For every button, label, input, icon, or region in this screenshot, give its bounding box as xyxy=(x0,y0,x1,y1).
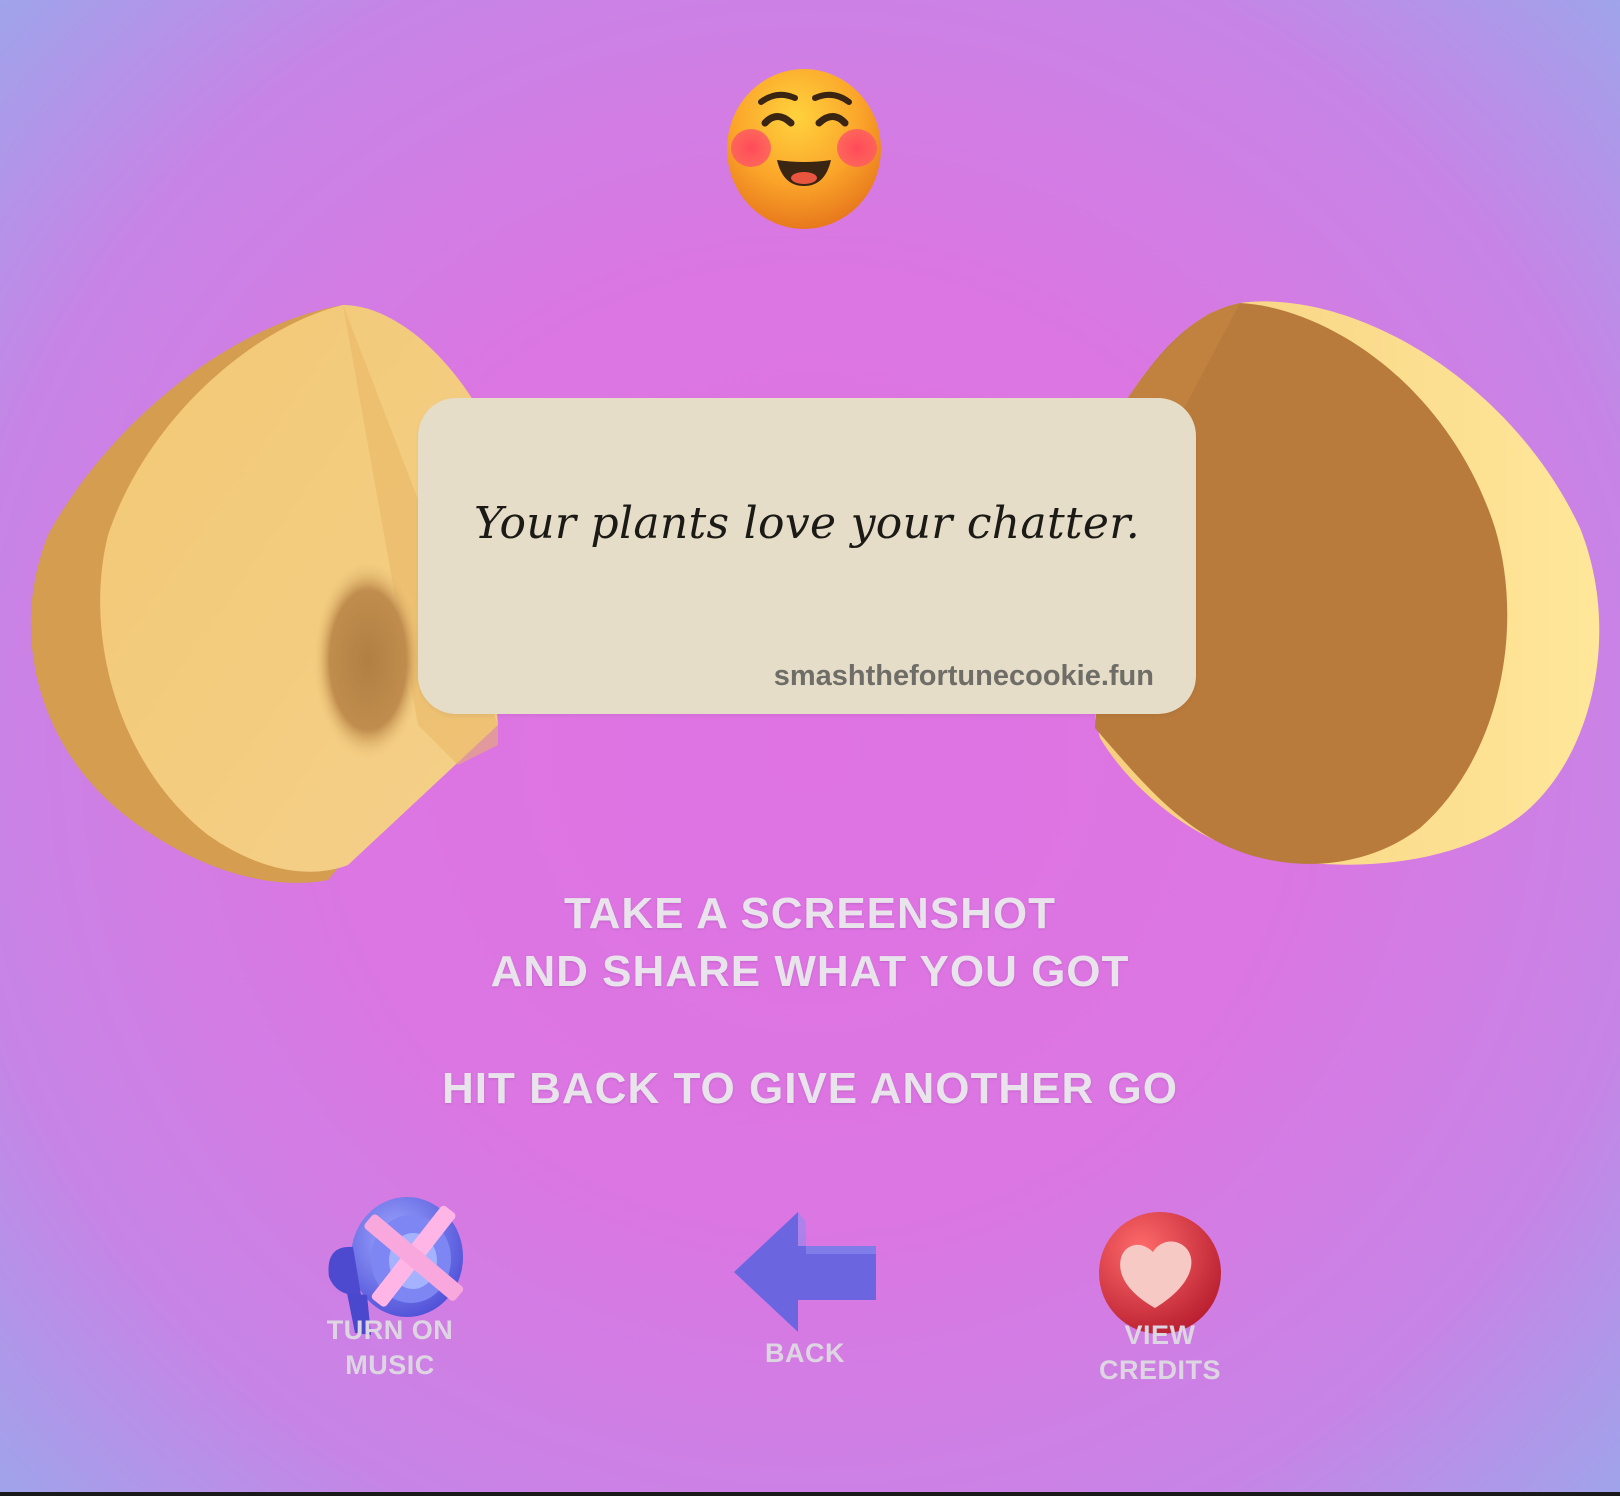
credits-label-line1: VIEW xyxy=(1124,1320,1196,1350)
bottom-edge-bar xyxy=(0,1492,1620,1496)
music-label-line1: TURN ON xyxy=(326,1315,454,1345)
instruction-share: AND SHARE WHAT YOU GOT xyxy=(490,947,1130,996)
turn-on-music-button[interactable]: TURN ON MUSIC xyxy=(310,1185,470,1383)
fortune-card: Your plants love your chatter. smashthef… xyxy=(418,398,1196,714)
smiling-face-with-blush-icon xyxy=(727,69,881,229)
instruction-back: HIT BACK TO GIVE ANOTHER GO xyxy=(442,1064,1178,1113)
fortune-message: Your plants love your chatter. xyxy=(473,498,1141,549)
music-label-line2: MUSIC xyxy=(345,1350,435,1380)
view-credits-button[interactable]: VIEW CREDITS xyxy=(1080,1210,1240,1388)
back-label: BACK xyxy=(765,1338,845,1368)
back-button[interactable]: BACK xyxy=(720,1210,890,1371)
site-url: smashthefortunecookie.fun xyxy=(773,660,1154,692)
instruction-screenshot: TAKE A SCREENSHOT xyxy=(563,889,1057,938)
arrow-left-icon xyxy=(734,1212,876,1332)
credits-label-line2: CREDITS xyxy=(1098,1355,1221,1385)
